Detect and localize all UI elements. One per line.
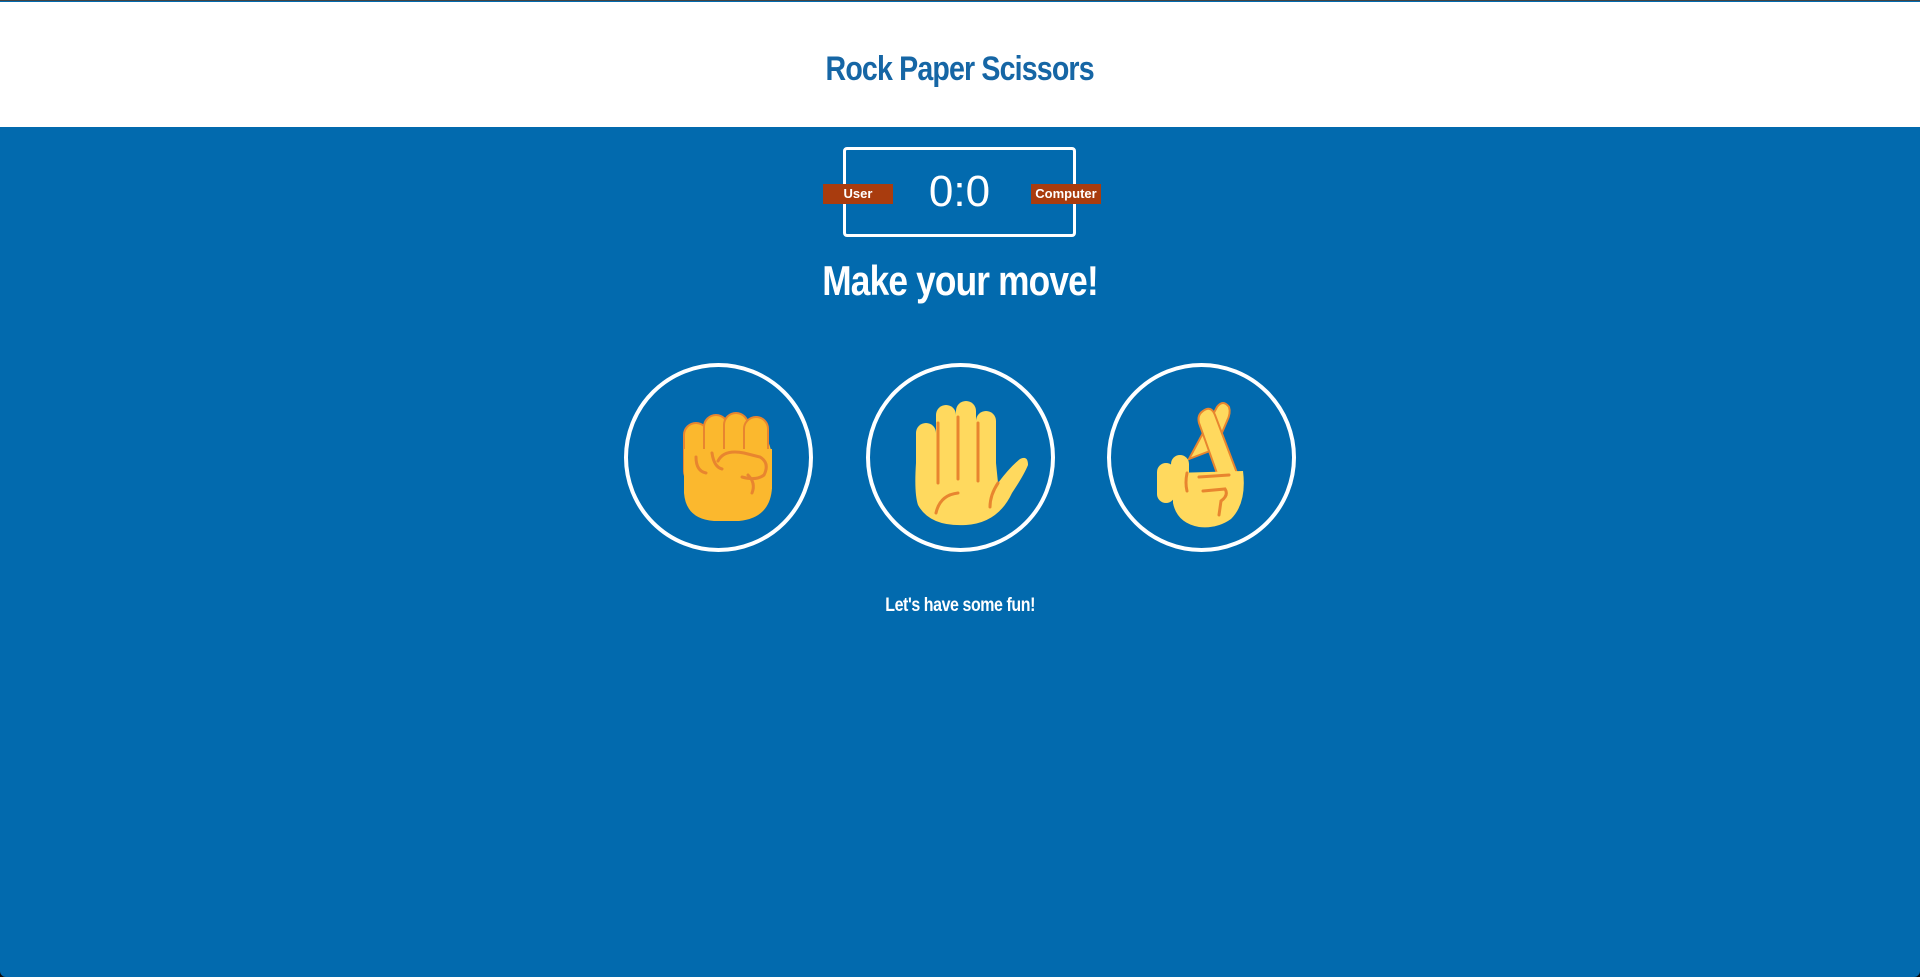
crossed-fingers-icon bbox=[1156, 401, 1244, 527]
raised-hand-icon bbox=[914, 400, 1028, 525]
move-prompt-text: Make your move! bbox=[822, 257, 1098, 304]
game-page: Rock Paper Scissors User 0:0 Computer Ma… bbox=[0, 0, 1920, 977]
rock-button[interactable] bbox=[624, 363, 813, 552]
result-message: Let's have some fun! bbox=[0, 593, 1920, 619]
move-prompt: Make your move! bbox=[0, 253, 1920, 309]
page-title: Rock Paper Scissors bbox=[825, 50, 1095, 88]
scissors-button[interactable] bbox=[1107, 363, 1296, 552]
paper-button[interactable] bbox=[866, 363, 1055, 552]
computer-badge: Computer bbox=[1031, 184, 1101, 204]
result-message-text: Let's have some fun! bbox=[885, 595, 1035, 616]
scoreboard: User 0:0 Computer bbox=[823, 147, 1101, 237]
page-header: Rock Paper Scissors bbox=[0, 2, 1920, 127]
raised-fist-icon bbox=[682, 411, 772, 521]
